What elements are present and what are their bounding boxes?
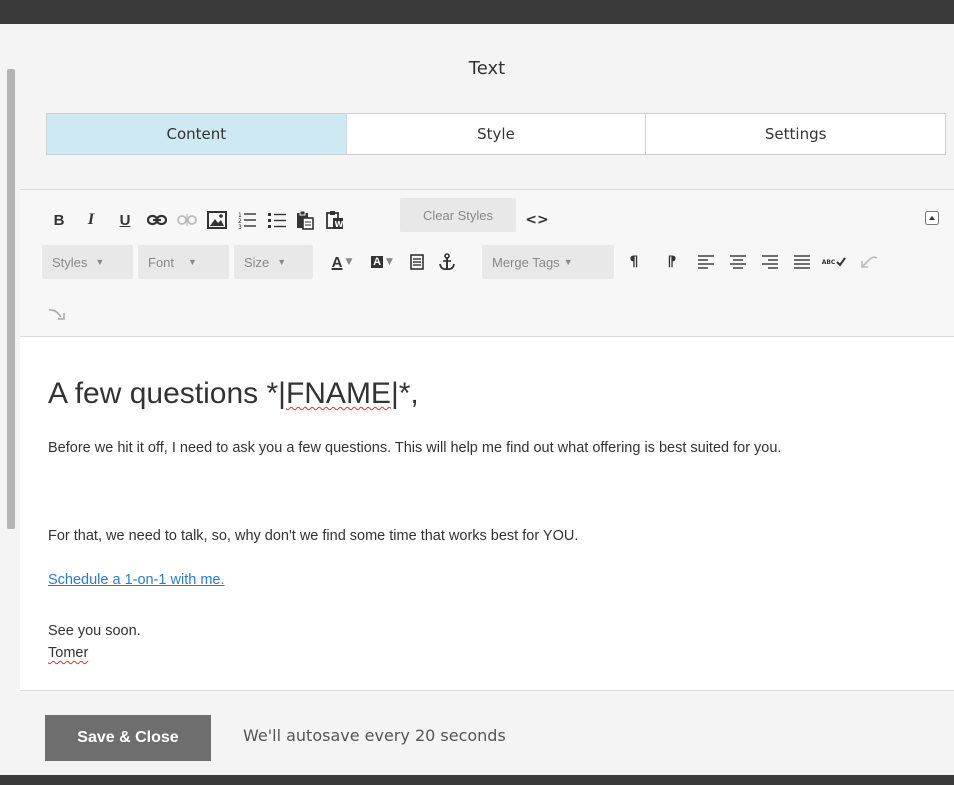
- tab-content[interactable]: Content: [47, 114, 346, 154]
- chevron-down-icon: ▼: [563, 257, 573, 267]
- tab-settings[interactable]: Settings: [645, 114, 945, 154]
- autosave-note: We'll autosave every 20 seconds: [243, 726, 506, 745]
- anchor-icon[interactable]: [434, 250, 460, 274]
- email-heading: A few questions *|FNAME|*,: [48, 377, 419, 411]
- ltr-paragraph-button[interactable]: ¶: [622, 250, 646, 274]
- font-dropdown[interactable]: Font ▼: [138, 245, 229, 279]
- save-close-button[interactable]: Save & Close: [45, 715, 211, 761]
- top-bar: [0, 0, 954, 24]
- text-editor-panel: Text Content Style Settings B I U 123 W: [20, 24, 954, 776]
- chevron-down-icon: ▼: [277, 257, 287, 267]
- chevron-down-icon: ▼: [345, 257, 353, 267]
- editor-content-area[interactable]: A few questions *|FNAME|*, Before we hit…: [20, 337, 954, 690]
- spellcheck-label: ABC: [821, 258, 836, 266]
- dialog-footer: Save & Close We'll autosave every 20 sec…: [20, 690, 954, 776]
- spellcheck-button[interactable]: ABC: [820, 250, 848, 274]
- align-center-icon[interactable]: [726, 250, 750, 274]
- bulleted-list-icon[interactable]: [264, 208, 290, 232]
- svg-text:3: 3: [238, 224, 242, 229]
- styles-label: Styles: [52, 254, 88, 270]
- svg-text:W: W: [335, 220, 344, 229]
- paragraph-link: Schedule a 1-on-1 with me.: [48, 569, 928, 591]
- numbered-list-icon[interactable]: 123: [234, 208, 260, 232]
- styles-dropdown[interactable]: Styles ▼: [42, 245, 133, 279]
- unlink-icon[interactable]: [174, 208, 200, 232]
- align-left-icon[interactable]: [694, 250, 718, 274]
- clear-styles-button[interactable]: Clear Styles: [400, 198, 516, 232]
- signature-paragraph: Tomer: [48, 642, 928, 664]
- paragraph-talk: For that, we need to talk, so, why don't…: [48, 528, 579, 544]
- check-icon: [836, 257, 847, 267]
- merge-tags-dropdown[interactable]: Merge Tags ▼: [482, 245, 614, 279]
- size-dropdown[interactable]: Size ▼: [234, 245, 313, 279]
- heading-suffix: |*,: [390, 377, 419, 410]
- image-icon[interactable]: [204, 208, 230, 232]
- schedule-link[interactable]: Schedule a 1-on-1 with me.: [48, 572, 225, 588]
- redo-icon[interactable]: [44, 302, 70, 326]
- merge-tag-fname: FNAME: [285, 377, 391, 410]
- font-label: Font: [148, 254, 175, 270]
- tab-bar: Content Style Settings: [46, 113, 946, 155]
- scrollbar-thumb[interactable]: [7, 69, 15, 529]
- paragraph-intro: Before we hit it off, I need to ask you …: [48, 440, 782, 456]
- justify-icon[interactable]: [790, 250, 814, 274]
- rtl-paragraph-button[interactable]: ⁋: [660, 250, 684, 274]
- paste-icon[interactable]: [292, 208, 318, 232]
- link-icon[interactable]: [144, 208, 170, 232]
- chevron-down-icon: ▼: [95, 257, 105, 267]
- signature-name: Tomer: [48, 645, 89, 661]
- italic-button[interactable]: I: [80, 208, 102, 232]
- align-right-icon[interactable]: [758, 250, 782, 274]
- undo-icon[interactable]: [856, 250, 882, 274]
- bold-button[interactable]: B: [48, 208, 70, 232]
- underline-button[interactable]: U: [114, 208, 136, 232]
- source-code-button[interactable]: <>: [524, 208, 550, 232]
- bottom-bar: [0, 775, 954, 785]
- collapse-toolbar-icon[interactable]: [924, 210, 940, 226]
- size-label: Size: [244, 254, 270, 270]
- dialog-title: Text: [468, 58, 506, 79]
- editor-toolbar: B I U 123 W Clear Styles <> Styles ▼ Fon…: [20, 190, 954, 336]
- background-color-icon: A: [371, 256, 384, 268]
- block-icon[interactable]: [404, 250, 430, 274]
- left-scroll-track[interactable]: [0, 24, 20, 775]
- background-color-button[interactable]: A ▼: [364, 250, 400, 274]
- chevron-down-icon: ▼: [386, 257, 393, 267]
- text-color-icon: A: [331, 253, 343, 271]
- signoff-text: See you soon.: [48, 623, 141, 639]
- heading-text: A few questions *|: [48, 377, 286, 410]
- paste-from-word-icon[interactable]: W: [322, 208, 348, 232]
- tab-style[interactable]: Style: [345, 114, 646, 154]
- chevron-down-icon: ▼: [188, 257, 197, 267]
- text-color-button[interactable]: A ▼: [324, 250, 360, 274]
- merge-tags-label: Merge Tags: [492, 254, 560, 270]
